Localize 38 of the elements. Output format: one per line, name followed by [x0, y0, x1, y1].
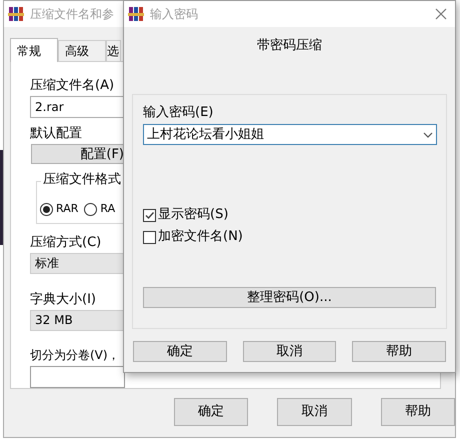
field-label: 压缩方式(C): [30, 235, 102, 251]
dialog-button[interactable]: 帮助: [380, 398, 455, 426]
radio-button[interactable]: [84, 202, 98, 216]
app-icon: [128, 6, 144, 22]
dialog-button[interactable]: 确定: [133, 341, 227, 362]
field-label: 切分为分卷(V)，: [30, 347, 120, 364]
field-label: 默认配置: [30, 126, 82, 142]
checkbox[interactable]: [143, 230, 156, 244]
checkbox[interactable]: [143, 208, 156, 222]
input-field[interactable]: [30, 366, 125, 388]
select-field[interactable]: 32 MB: [30, 310, 125, 331]
tab[interactable]: 高级: [58, 40, 106, 61]
radio-option[interactable]: RAR: [40, 200, 78, 218]
dialog-button[interactable]: 取消: [242, 341, 336, 362]
group-label: 压缩文件格式: [41, 172, 123, 188]
field-label: 字典大小(I): [30, 292, 96, 308]
select-field[interactable]: 标准: [30, 253, 125, 274]
field-label: 输入密码(E): [143, 105, 214, 121]
dialog-button[interactable]: 帮助: [352, 341, 446, 362]
organize-passwords-button[interactable]: 整理密码(O)...: [143, 287, 436, 308]
close-icon[interactable]: [435, 8, 447, 20]
input-field[interactable]: 2.rar: [30, 96, 125, 118]
radio-option[interactable]: RA: [84, 200, 116, 218]
checkbox-option[interactable]: 加密文件名(N): [143, 229, 243, 245]
checkbox-option[interactable]: 显示密码(S): [143, 207, 243, 223]
dialog-button[interactable]: 确定: [174, 398, 248, 426]
profiles-button[interactable]: 配置(F): [31, 144, 125, 164]
dialog-button[interactable]: 取消: [277, 398, 352, 426]
field-label: 压缩文件名(A): [30, 78, 114, 94]
window-title: 压缩文件名和参: [30, 6, 114, 23]
tab[interactable]: 选: [106, 40, 121, 61]
app-icon: [8, 6, 24, 22]
dialog-heading: 带密码压缩: [256, 38, 323, 54]
window-title: 输入密码: [150, 6, 198, 23]
tab[interactable]: 常规: [10, 38, 58, 62]
radio-button[interactable]: [40, 202, 53, 216]
chevron-down-icon[interactable]: [423, 132, 433, 138]
password-combo[interactable]: 上村花论坛看小姐姐: [143, 124, 437, 145]
